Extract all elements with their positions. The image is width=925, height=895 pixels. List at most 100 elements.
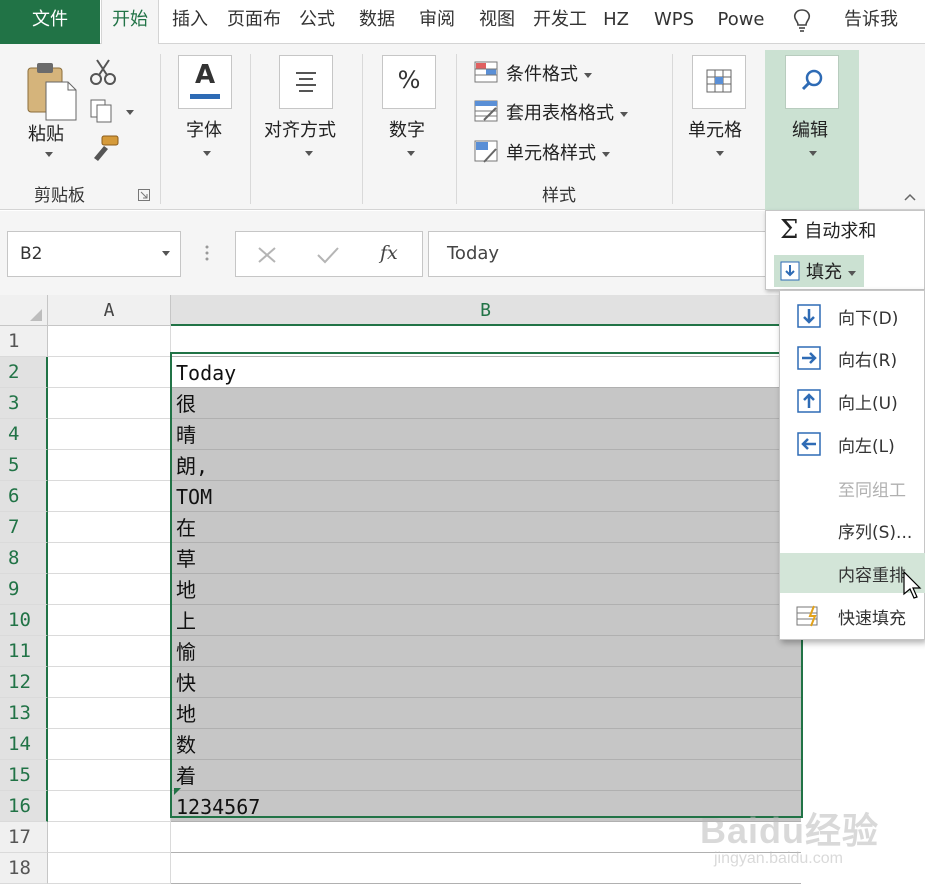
cell-a[interactable] [48,729,171,760]
tab-review[interactable]: 审阅 [410,0,464,44]
tab-formulas[interactable]: 公式 [290,0,344,44]
cell-b[interactable]: TOM [171,481,801,512]
tab-data[interactable]: 数据 [350,0,404,44]
column-header-b[interactable]: B [171,295,801,326]
cell-b[interactable]: 晴 [171,419,801,450]
cell-a[interactable] [48,698,171,729]
row-header[interactable]: 15 [0,760,48,791]
error-indicator-icon[interactable] [174,788,181,795]
cell-b[interactable]: 地 [171,698,801,729]
cell-a[interactable] [48,791,171,822]
fill-down-item[interactable]: 向下(D) [780,296,925,336]
fill-series-item[interactable]: 序列(S)... [780,510,925,550]
cell-b[interactable]: 数 [171,729,801,760]
tab-file[interactable]: 文件 [0,0,100,44]
cell-b[interactable]: 地 [171,574,801,605]
cell-a[interactable] [48,574,171,605]
tab-home[interactable]: 开始 [101,0,159,45]
tab-tell-me[interactable]: 告诉我 [826,0,916,44]
row-header[interactable]: 8 [0,543,48,574]
column-header-a[interactable]: A [48,295,171,326]
enter-icon[interactable] [316,245,340,265]
name-box[interactable]: B2 [7,231,181,277]
cell-a[interactable] [48,667,171,698]
paste-dropdown-icon[interactable] [45,152,53,157]
paste-icon[interactable] [24,60,80,122]
alignment-dropdown-icon[interactable] [305,151,313,156]
conditional-format-button[interactable]: 条件格式 [474,58,592,88]
cell-a[interactable] [48,543,171,574]
number-label[interactable]: 数字 [389,116,425,142]
name-box-dropdown-icon[interactable] [162,251,170,256]
font-button[interactable]: A [178,55,232,109]
row-header[interactable]: 3 [0,388,48,419]
row-header[interactable]: 5 [0,450,48,481]
cell-b[interactable]: Today [171,357,801,388]
cell-a[interactable] [48,326,171,357]
number-dropdown-icon[interactable] [407,151,415,156]
cell-b[interactable]: 快 [171,667,801,698]
cell-b[interactable]: 草 [171,543,801,574]
fill-left-item[interactable]: 向左(L) [780,424,925,464]
tab-hz[interactable]: HZ [594,0,638,44]
row-header[interactable]: 14 [0,729,48,760]
select-all-corner[interactable] [0,295,48,326]
cancel-icon[interactable] [256,245,278,265]
cell-styles-button[interactable]: 单元格样式 [474,137,610,167]
fill-up-item[interactable]: 向上(U) [780,381,925,421]
tab-view[interactable]: 视图 [470,0,524,44]
editing-button[interactable]: 编辑 [765,50,859,210]
font-dropdown-icon[interactable] [203,151,211,156]
cell-a[interactable] [48,760,171,791]
format-as-table-button[interactable]: 套用表格格式 [474,97,628,127]
row-header[interactable]: 1 [0,326,48,357]
fill-item[interactable]: 填充 [774,255,864,287]
font-label[interactable]: 字体 [186,116,222,142]
alignment-button[interactable] [279,55,333,109]
row-header[interactable]: 12 [0,667,48,698]
formula-input[interactable]: Today [428,231,768,277]
paste-label[interactable]: 粘贴 [28,120,64,146]
cut-icon[interactable] [88,58,118,86]
row-header[interactable]: 18 [0,853,48,884]
cells-label[interactable]: 单元格 [688,116,742,142]
cell-a[interactable] [48,853,171,884]
cell-a[interactable] [48,481,171,512]
cell-a[interactable] [48,822,171,853]
row-header[interactable]: 11 [0,636,48,667]
row-header[interactable]: 13 [0,698,48,729]
lightbulb-icon[interactable] [792,8,812,36]
cell-a[interactable] [48,357,171,388]
cell-b[interactable] [171,326,801,357]
number-button[interactable]: % [382,55,436,109]
row-header[interactable]: 17 [0,822,48,853]
cell-b[interactable]: 上 [171,605,801,636]
cell-a[interactable] [48,388,171,419]
cell-a[interactable] [48,419,171,450]
flash-fill-item[interactable]: 快速填充 [780,596,925,636]
cell-a[interactable] [48,450,171,481]
cell-b[interactable]: 着 [171,760,801,791]
row-header[interactable]: 9 [0,574,48,605]
cell-a[interactable] [48,636,171,667]
row-header[interactable]: 6 [0,481,48,512]
fill-right-item[interactable]: 向右(R) [780,338,925,378]
cell-b[interactable]: 很 [171,388,801,419]
cell-b[interactable]: 在 [171,512,801,543]
dialog-launcher-icon[interactable] [138,189,150,201]
collapse-ribbon-icon[interactable] [903,192,917,202]
cell-b[interactable]: 朗, [171,450,801,481]
tab-developer[interactable]: 开发工 [530,0,590,44]
tab-power[interactable]: Powe [710,0,772,44]
cell-b[interactable]: 愉 [171,636,801,667]
row-header[interactable]: 10 [0,605,48,636]
row-header[interactable]: 2 [0,357,48,388]
insert-function-icon[interactable]: fx [380,242,398,264]
row-header[interactable]: 4 [0,419,48,450]
row-header[interactable]: 16 [0,791,48,822]
autosum-item[interactable]: Σ 自动求和 [780,214,876,246]
copy-icon[interactable] [88,98,118,124]
alignment-label[interactable]: 对齐方式 [264,116,336,142]
cell-a[interactable] [48,512,171,543]
copy-dropdown-icon[interactable] [126,110,134,115]
